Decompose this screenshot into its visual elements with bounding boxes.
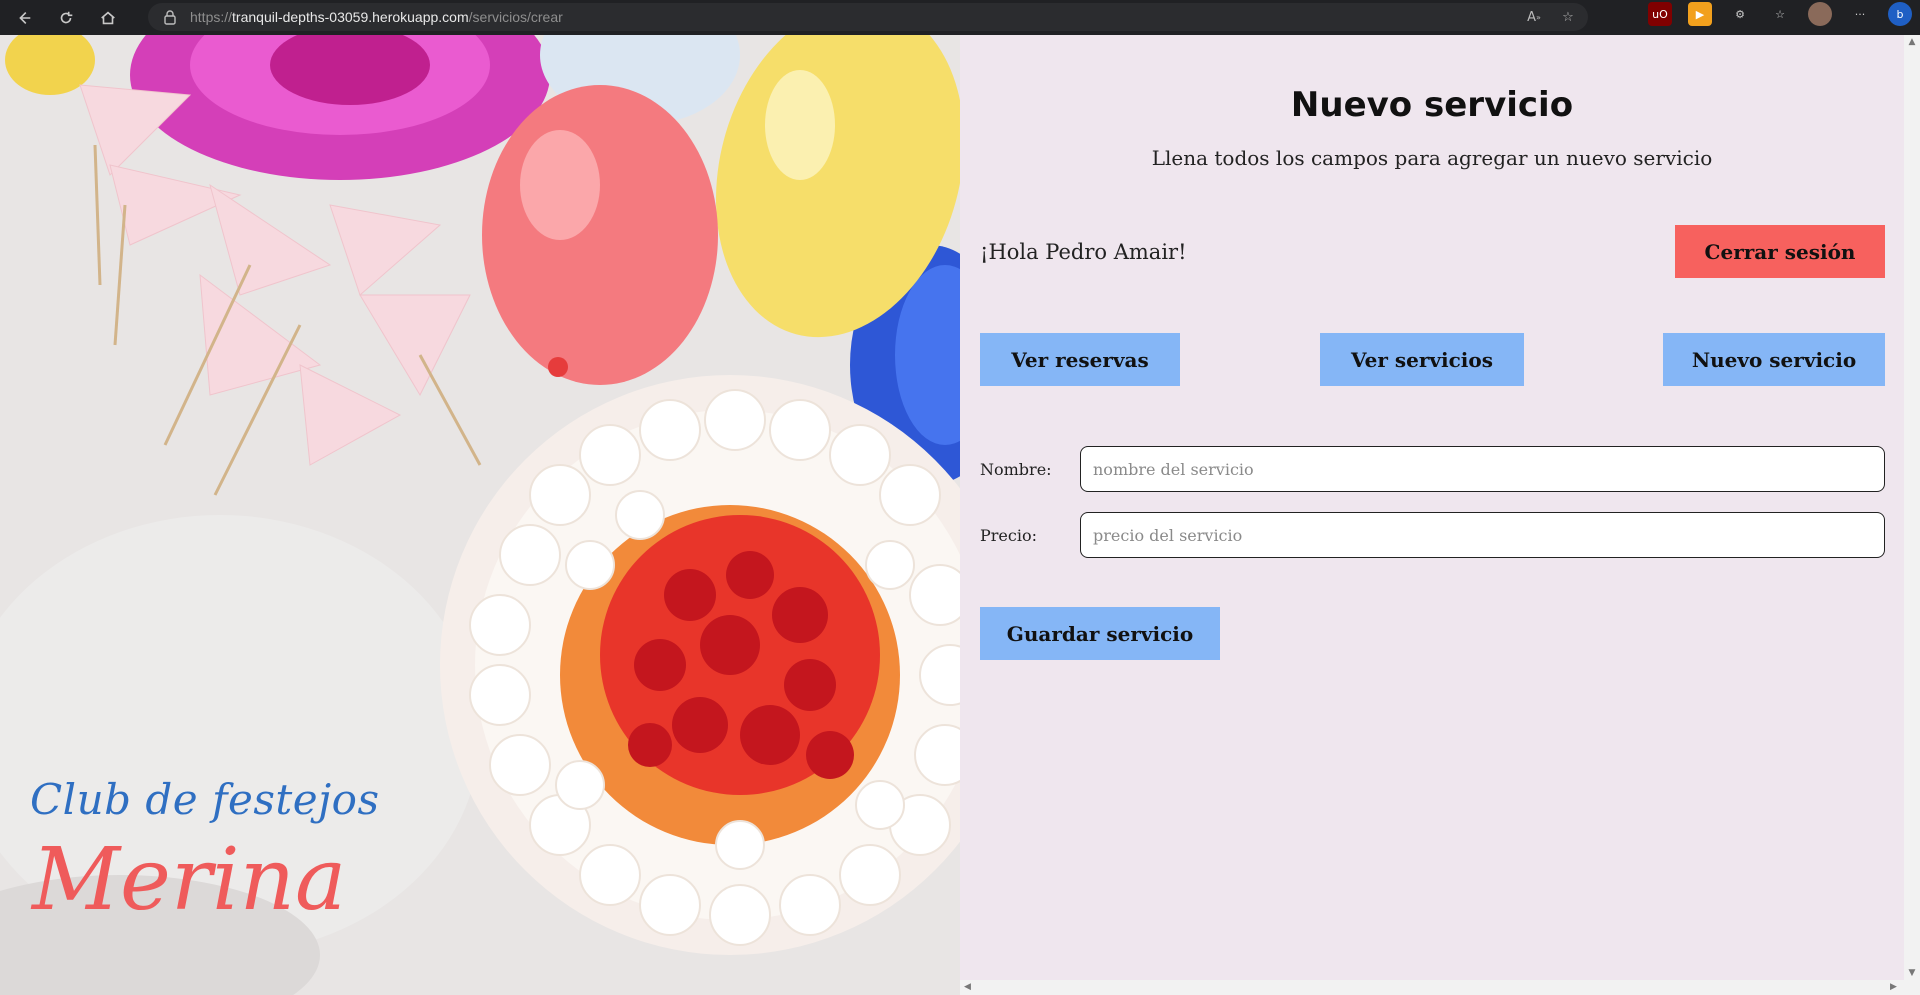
horizontal-scrollbar[interactable]: ◀ ▶	[960, 980, 1920, 995]
view-services-button[interactable]: Ver servicios	[1320, 333, 1524, 386]
scroll-up-icon[interactable]: ▲	[1907, 37, 1917, 47]
new-service-button[interactable]: Nuevo servicio	[1663, 333, 1885, 386]
more-icon[interactable]: ···	[1848, 2, 1872, 26]
brand-name: Merina	[32, 830, 347, 930]
service-name-input[interactable]	[1080, 446, 1885, 492]
reload-icon[interactable]	[48, 3, 84, 33]
play-extension-icon[interactable]: ▶	[1688, 2, 1712, 26]
name-label: Nombre:	[980, 460, 1052, 479]
service-price-input[interactable]	[1080, 512, 1885, 558]
price-label: Precio:	[980, 526, 1037, 545]
scroll-down-icon[interactable]: ▼	[1907, 968, 1917, 978]
page-title: Nuevo servicio	[1290, 85, 1574, 125]
logout-button[interactable]: Cerrar sesión	[1675, 225, 1885, 278]
extensions-icon[interactable]: ⚙	[1728, 2, 1752, 26]
browser-toolbar: https://tranquil-depths-03059.herokuapp.…	[0, 0, 1920, 35]
scroll-right-icon[interactable]: ▶	[1890, 982, 1900, 992]
brand-subtitle: Club de festejos	[30, 775, 380, 824]
ublock-extension-icon[interactable]: uO	[1648, 2, 1672, 26]
scroll-left-icon[interactable]: ◀	[964, 982, 974, 992]
favorites-icon[interactable]: ☆	[1768, 2, 1792, 26]
vertical-scrollbar[interactable]: ▲ ▼	[1904, 35, 1920, 980]
greeting-text: ¡Hola Pedro Amair!	[980, 240, 1187, 264]
profile-avatar[interactable]	[1808, 2, 1832, 26]
home-icon[interactable]	[90, 3, 126, 33]
hero-image: Club de festejos Merina	[0, 35, 960, 995]
page-subtitle: Llena todos los campos para agregar un n…	[1151, 146, 1713, 170]
url-text: https://tranquil-depths-03059.herokuapp.…	[190, 9, 563, 25]
bing-icon[interactable]: b	[1888, 2, 1912, 26]
back-icon[interactable]	[6, 3, 42, 33]
address-bar[interactable]: https://tranquil-depths-03059.herokuapp.…	[148, 3, 1588, 31]
main-panel: Nuevo servicio Llena todos los campos pa…	[960, 35, 1904, 980]
save-service-button[interactable]: Guardar servicio	[980, 607, 1220, 660]
read-aloud-icon[interactable]: A»	[1524, 7, 1544, 27]
lock-icon	[164, 10, 176, 25]
view-reservations-button[interactable]: Ver reservas	[980, 333, 1180, 386]
add-favorite-icon[interactable]: ☆	[1558, 7, 1578, 27]
